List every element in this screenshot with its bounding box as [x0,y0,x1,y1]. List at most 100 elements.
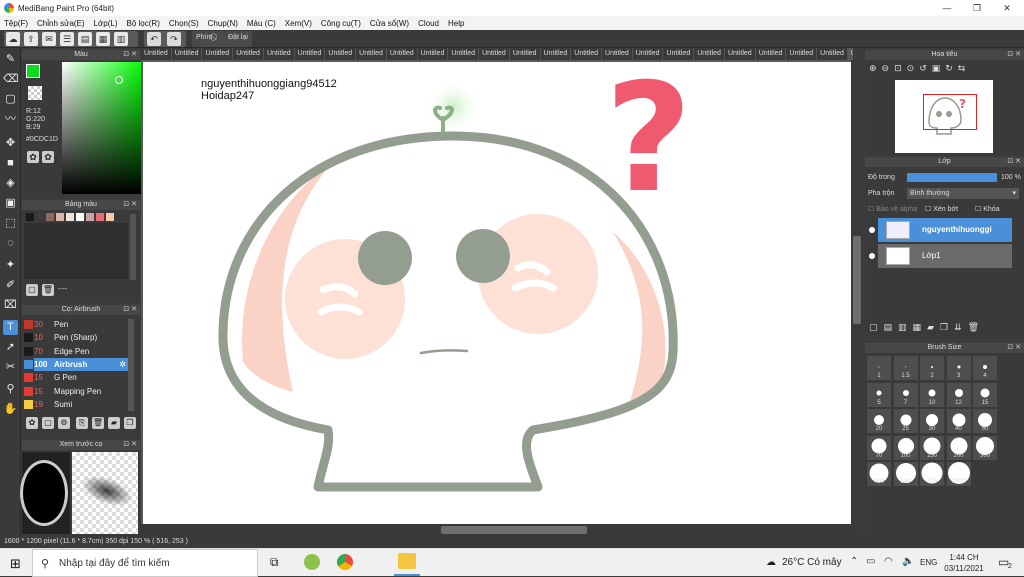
undo-icon[interactable]: ↶ [147,32,161,46]
canvas-tab[interactable]: Untitled [663,48,695,60]
flip-icon[interactable]: ⇆ [958,63,971,73]
swatch-scrollbar[interactable] [130,214,136,280]
new-layer-8bit-icon[interactable]: ▦ [913,322,928,332]
brush-size-option[interactable]: 5 [867,382,891,407]
panel-icon[interactable]: ▥ [114,32,128,46]
select-pen-tool-icon[interactable]: ✐ [3,278,18,293]
brush-size-option[interactable]: 7 [893,382,918,407]
menu-file[interactable]: Tệp(F) [4,19,28,28]
canvas-tab[interactable]: Untitled [295,48,326,60]
rotate-right-icon[interactable]: ↻ [945,63,958,73]
new-swatch-icon[interactable]: ▢ [26,284,38,296]
brush-size-option[interactable]: 40 [946,409,971,433]
panel-menu-icon[interactable]: ⊡ ✕ [1007,343,1021,353]
menu-layer[interactable]: Lớp(L) [94,19,118,28]
new-layer-1bit-icon[interactable]: ▥ [898,322,913,332]
operation-tool-icon[interactable]: ➚ [3,340,18,355]
medibang-taskbar-icon[interactable] [304,554,320,570]
clipping-checkbox[interactable]: ☐ Xén bớt [925,205,958,213]
panel-menu-icon[interactable]: ⊡ ✕ [123,200,137,210]
reset-button[interactable]: Đặt lại [228,34,248,41]
brush-list-item[interactable]: 15 G Pen [24,371,128,384]
color-swatch[interactable] [106,213,114,221]
merge-layer-icon[interactable]: ⇊ [954,322,968,332]
add-brush-icon[interactable]: ✿ [26,417,38,429]
menu-edit[interactable]: Chỉnh sửa(E) [37,19,85,28]
blend-mode-select[interactable]: Bình thường ▾ [907,188,1019,199]
brush-list-item[interactable]: 10 Pen (Sharp) [24,331,128,344]
brush-size-option[interactable]: 1000 [946,461,971,486]
brush-size-option[interactable]: 500 [893,462,918,486]
move-tool-icon[interactable]: ✥ [3,136,18,151]
canvas-tab[interactable]: Untitled [847,48,853,60]
brush-settings-gear-icon[interactable]: ✲ [119,358,126,371]
canvas-tab[interactable]: Untitled [786,48,818,60]
canvas-tab[interactable]: Untitled [325,48,357,60]
canvas-tab[interactable]: Untitled [202,48,234,60]
brush-tool-icon[interactable]: ✎ [3,52,18,67]
language-indicator[interactable]: ENG [920,558,937,567]
menu-filter[interactable]: Bộ lọc(R) [127,19,160,28]
color-picker-icon[interactable]: ✿ [42,151,54,163]
brush-size-option[interactable]: 200 [946,435,971,460]
fill-tool-icon[interactable]: ■ [3,156,18,171]
brush-size-option[interactable]: 1.5 [893,356,918,380]
redo-icon[interactable]: ↷ [167,32,181,46]
new-brush-icon[interactable]: ▢ [42,417,54,429]
select-eraser-tool-icon[interactable]: ⌧ [3,298,18,313]
brush-size-option[interactable]: 12 [946,382,971,407]
canvas-tab[interactable]: Untitled [541,48,572,60]
canvas-tab[interactable]: Untitled [418,48,449,60]
panel-menu-icon[interactable]: ⊡ ✕ [1007,157,1021,167]
brush-settings-icon[interactable]: ⚙ [58,417,70,429]
canvas-tab[interactable]: Untitled [571,48,603,60]
lock-checkbox[interactable]: ☐ Khóa [975,205,1000,213]
close-button[interactable]: ✕ [992,0,1022,16]
rotate-left-icon[interactable]: ↺ [919,63,932,73]
canvas-tab[interactable]: Untitled [233,48,264,60]
canvas-tab[interactable]: Untitled [172,48,203,60]
layer-row-base[interactable]: Lớp1 [869,244,1012,268]
chevron-up-icon[interactable]: ⌃ [850,556,858,567]
canvas-tab[interactable]: Untitled [694,48,725,60]
bucket-tool-icon[interactable]: ◈ [3,176,18,191]
color-swatch[interactable] [76,213,84,221]
menu-view[interactable]: Xem(V) [285,19,312,28]
brush-size-option[interactable]: 100 [893,435,918,460]
brush-list-item[interactable]: 70 Edge Pen [24,345,128,358]
color-swatch[interactable] [46,213,54,221]
grid-icon[interactable]: ▦ [96,32,110,46]
actual-size-icon[interactable]: ⊙ [907,63,920,73]
vertical-scroll-thumb[interactable] [853,236,861,324]
network-icon[interactable]: ◠ [884,556,893,567]
navigator-thumbnail[interactable]: ? [895,80,993,153]
brush-size-option[interactable]: 4 [973,356,997,380]
minimize-button[interactable]: — [932,0,962,16]
eraser-tool-icon[interactable]: ⌫ [3,72,19,87]
select-tool-icon[interactable]: ⬚ [3,216,18,231]
brush-scrollbar[interactable] [128,319,134,411]
canvas-tab[interactable]: Untitled [448,48,480,60]
canvas-tab[interactable]: Untitled [387,48,418,60]
hand-tool-icon[interactable]: ✋ [3,402,18,417]
gradient-tool-icon[interactable]: ▣ [3,196,18,211]
text-tool-icon[interactable]: T [3,320,18,335]
dot-tool-icon[interactable]: ▢ [3,92,18,107]
color-swatch[interactable] [86,213,94,221]
volume-icon[interactable]: 🔈 [902,556,914,567]
brush-list-item[interactable]: 19 Sumi [24,398,128,411]
canvas-tab[interactable]: Untitled [633,48,664,60]
clock[interactable]: 1:44 CH 03/11/2021 [940,552,988,574]
document-icon[interactable]: ▤ [78,32,92,46]
brush-list-item[interactable]: 15 Mapping Pen [24,385,128,398]
brush-size-option[interactable]: 10 [920,382,944,407]
zoom-in-icon[interactable]: ⊕ [869,63,882,73]
maximize-button[interactable]: ❐ [962,0,992,16]
brush-size-option[interactable]: 150 [920,435,944,460]
brush-size-option[interactable]: 3 [946,356,971,380]
taskbar-search-box[interactable]: ⚲ Nhập tại đây để tìm kiếm [32,549,258,577]
saturation-value-picker[interactable] [62,62,144,194]
battery-icon[interactable]: ▭ [866,556,875,567]
file-explorer-taskbar-icon[interactable] [398,553,416,569]
color-swatch[interactable] [36,213,44,221]
